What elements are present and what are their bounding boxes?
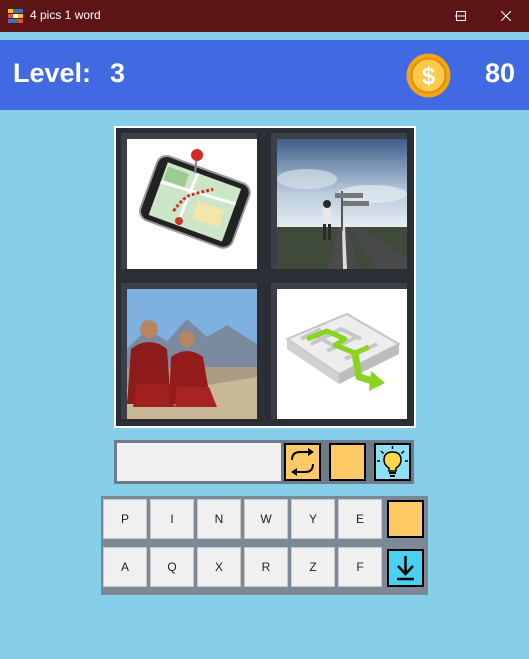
letter-key[interactable]: X [197, 547, 241, 587]
smartphone-map-icon [127, 139, 257, 269]
app-icon [8, 9, 24, 23]
download-arrow-icon [397, 556, 414, 581]
maximize-button[interactable] [438, 0, 484, 32]
game-header: Level: 3 $ 80 [0, 40, 529, 110]
lightbulb-icon [377, 446, 408, 477]
maximize-icon [456, 11, 466, 21]
blank-button[interactable] [329, 443, 366, 481]
monks-mountains-icon [127, 289, 257, 419]
level-value: 3 [110, 58, 126, 88]
hint-button[interactable] [374, 443, 411, 481]
letter-key[interactable]: Q [150, 547, 194, 587]
letter-key[interactable]: P [103, 499, 147, 539]
coin-icon: $ [406, 53, 451, 98]
answer-row [114, 440, 414, 484]
letter-key[interactable]: F [338, 547, 382, 587]
picture-tile-4[interactable] [268, 280, 410, 422]
letter-key[interactable]: A [103, 547, 147, 587]
window-title: 4 pics 1 word [30, 8, 101, 22]
svg-text:$: $ [422, 63, 436, 90]
level-label: Level: [13, 58, 92, 88]
letter-keyboard: P I N W Y E A Q X R Z F [101, 496, 428, 595]
letter-key[interactable]: I [150, 499, 194, 539]
picture-tile-2[interactable] [268, 130, 410, 272]
letter-key[interactable]: W [244, 499, 288, 539]
empty-action-button[interactable] [387, 500, 424, 538]
green-maze-arrow-icon [277, 289, 407, 419]
picture-tile-1[interactable] [118, 130, 260, 272]
coin-count: 80 [485, 58, 516, 88]
picture-board [114, 126, 416, 428]
drop-letters-button[interactable] [387, 549, 424, 587]
shuffle-button[interactable] [284, 443, 321, 481]
picture-tile-3[interactable] [118, 280, 260, 422]
shuffle-icon [291, 448, 314, 476]
answer-field[interactable] [117, 443, 281, 481]
close-button[interactable] [483, 0, 529, 32]
window-title-bar[interactable]: 4 pics 1 word [0, 0, 529, 32]
letter-key[interactable]: N [197, 499, 241, 539]
letter-key[interactable]: R [244, 547, 288, 587]
letter-key[interactable]: E [338, 499, 382, 539]
letter-key[interactable]: Z [291, 547, 335, 587]
crossroads-signpost-icon [277, 139, 407, 269]
letter-key[interactable]: Y [291, 499, 335, 539]
close-icon [501, 11, 511, 21]
